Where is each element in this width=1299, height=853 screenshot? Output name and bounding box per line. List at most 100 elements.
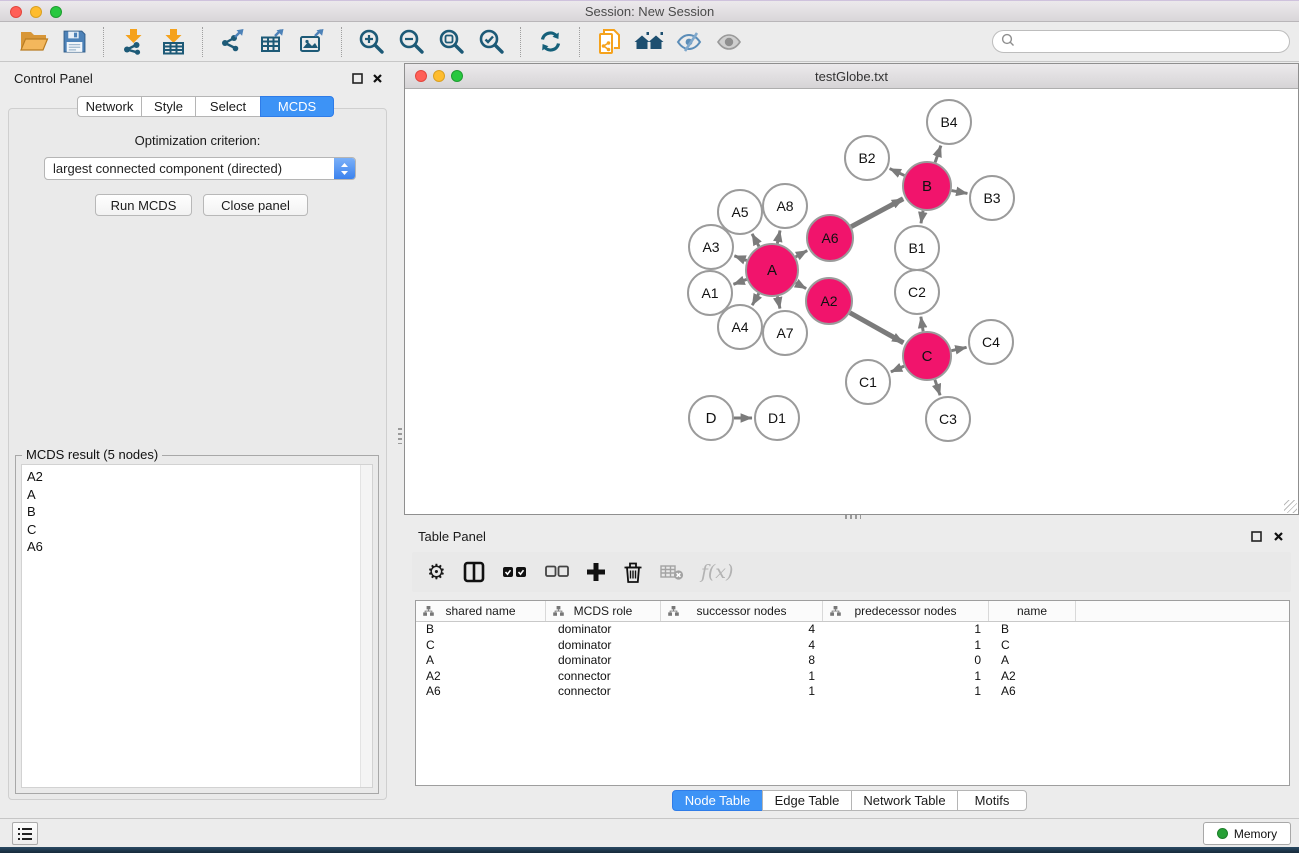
export-table-icon[interactable] (255, 26, 289, 58)
edge-A-A8[interactable] (777, 230, 780, 243)
optimization-select[interactable]: largest connected component (directed) (44, 157, 356, 180)
column-header-successor-nodes[interactable]: successor nodes (661, 601, 823, 621)
table-cell[interactable]: B (989, 622, 1076, 638)
node-B2[interactable]: B2 (845, 136, 889, 180)
table-cell[interactable]: 1 (661, 669, 823, 685)
node-A2[interactable]: A2 (806, 278, 852, 324)
split-panel-icon[interactable] (463, 557, 485, 587)
zoom-selected-icon[interactable] (474, 26, 508, 58)
delete-icon[interactable] (623, 557, 643, 587)
network-canvas[interactable]: AA1A2A3A4A5A6A7A8BB1B2B3B4CC1C2C3C4DD1 (405, 89, 1298, 514)
horizontal-splitter-handle[interactable] (845, 515, 861, 519)
mcds-result-item[interactable]: A6 (27, 538, 372, 556)
search-input[interactable] (1015, 34, 1289, 49)
float-table-panel-icon[interactable] (1249, 529, 1263, 543)
edge-A-A1[interactable] (733, 279, 746, 284)
node-C2[interactable]: C2 (895, 270, 939, 314)
table-cell[interactable]: A2 (989, 669, 1076, 685)
edge-A6-B[interactable] (851, 199, 903, 227)
scrollbar-track[interactable] (360, 465, 372, 787)
table-cell[interactable]: connector (546, 684, 661, 700)
node-D1[interactable]: D1 (755, 396, 799, 440)
open-file-icon[interactable] (17, 26, 51, 58)
settings-icon[interactable]: ⚙ (427, 557, 446, 587)
float-panel-icon[interactable] (350, 71, 364, 85)
table-row[interactable]: Adominator80A (416, 653, 1289, 669)
table-cell[interactable]: dominator (546, 638, 661, 654)
node-A8[interactable]: A8 (763, 184, 807, 228)
node-C[interactable]: C (903, 332, 951, 380)
clone-network-icon[interactable] (592, 26, 626, 58)
mcds-result-item[interactable]: B (27, 503, 372, 521)
close-panel-icon[interactable] (370, 71, 384, 85)
node-A6[interactable]: A6 (807, 215, 853, 261)
edge-A2-C[interactable] (850, 313, 904, 343)
node-A1[interactable]: A1 (688, 271, 732, 315)
edge-A-A6[interactable] (796, 251, 808, 257)
deselect-all-icon[interactable] (545, 557, 569, 587)
zoom-fit-icon[interactable] (434, 26, 468, 58)
table-cell[interactable]: dominator (546, 622, 661, 638)
edge-B-B3[interactable] (952, 191, 968, 194)
edge-A-A4[interactable] (752, 294, 759, 306)
edge-A-A7[interactable] (777, 296, 779, 308)
node-A[interactable]: A (746, 244, 798, 296)
tab-network-table[interactable]: Network Table (851, 790, 958, 811)
edge-C-C4[interactable] (951, 347, 966, 350)
tab-style[interactable]: Style (141, 96, 196, 117)
edge-A-A3[interactable] (734, 256, 746, 261)
table-cell[interactable]: 4 (661, 638, 823, 654)
hide-unselected-icon[interactable] (672, 26, 706, 58)
node-A4[interactable]: A4 (718, 305, 762, 349)
home-icon[interactable] (632, 26, 666, 58)
edge-C-C2[interactable] (921, 317, 923, 332)
table-cell[interactable]: 1 (823, 684, 989, 700)
node-C3[interactable]: C3 (926, 397, 970, 441)
edge-B-B4[interactable] (935, 146, 941, 163)
export-image-icon[interactable] (295, 26, 329, 58)
vertical-splitter-handle[interactable] (398, 428, 402, 444)
node-B4[interactable]: B4 (927, 100, 971, 144)
task-history-button[interactable] (12, 822, 38, 845)
table-cell[interactable]: 8 (661, 653, 823, 669)
node-B1[interactable]: B1 (895, 226, 939, 270)
zoom-in-icon[interactable] (354, 26, 388, 58)
table-cell[interactable]: 0 (823, 653, 989, 669)
zoom-out-icon[interactable] (394, 26, 428, 58)
table-cell[interactable]: B (416, 622, 546, 638)
import-network-icon[interactable] (116, 26, 150, 58)
edge-B-B1[interactable] (921, 211, 923, 224)
column-header-predecessor-nodes[interactable]: predecessor nodes (823, 601, 989, 621)
node-C4[interactable]: C4 (969, 320, 1013, 364)
table-cell[interactable]: A6 (989, 684, 1076, 700)
mcds-result-list[interactable]: A2ABCA6 (21, 464, 373, 788)
edge-C-C3[interactable] (935, 380, 940, 396)
table-cell[interactable]: 1 (823, 669, 989, 685)
tab-node-table[interactable]: Node Table (672, 790, 763, 811)
mcds-result-item[interactable]: A (27, 486, 372, 504)
node-D[interactable]: D (689, 396, 733, 440)
export-network-icon[interactable] (215, 26, 249, 58)
tab-network[interactable]: Network (77, 96, 142, 117)
node-A3[interactable]: A3 (689, 225, 733, 269)
table-row[interactable]: Bdominator41B (416, 622, 1289, 638)
memory-button[interactable]: Memory (1203, 822, 1291, 845)
save-session-icon[interactable] (57, 26, 91, 58)
table-cell[interactable]: dominator (546, 653, 661, 669)
tab-edge-table[interactable]: Edge Table (762, 790, 852, 811)
table-row[interactable]: A6connector11A6 (416, 684, 1289, 700)
table-row[interactable]: Cdominator41C (416, 638, 1289, 654)
column-header-MCDS-role[interactable]: MCDS role (546, 601, 661, 621)
show-all-icon[interactable] (712, 26, 746, 58)
table-cell[interactable]: A (989, 653, 1076, 669)
node-C1[interactable]: C1 (846, 360, 890, 404)
edge-A-A5[interactable] (752, 234, 759, 246)
node-A7[interactable]: A7 (763, 311, 807, 355)
table-cell[interactable]: 1 (823, 638, 989, 654)
mcds-result-item[interactable]: C (27, 521, 372, 539)
search-box[interactable] (992, 30, 1290, 53)
mcds-result-item[interactable]: A2 (27, 468, 372, 486)
column-header-shared-name[interactable]: shared name (416, 601, 546, 621)
tab-motifs[interactable]: Motifs (957, 790, 1027, 811)
tab-mcds[interactable]: MCDS (260, 96, 334, 117)
